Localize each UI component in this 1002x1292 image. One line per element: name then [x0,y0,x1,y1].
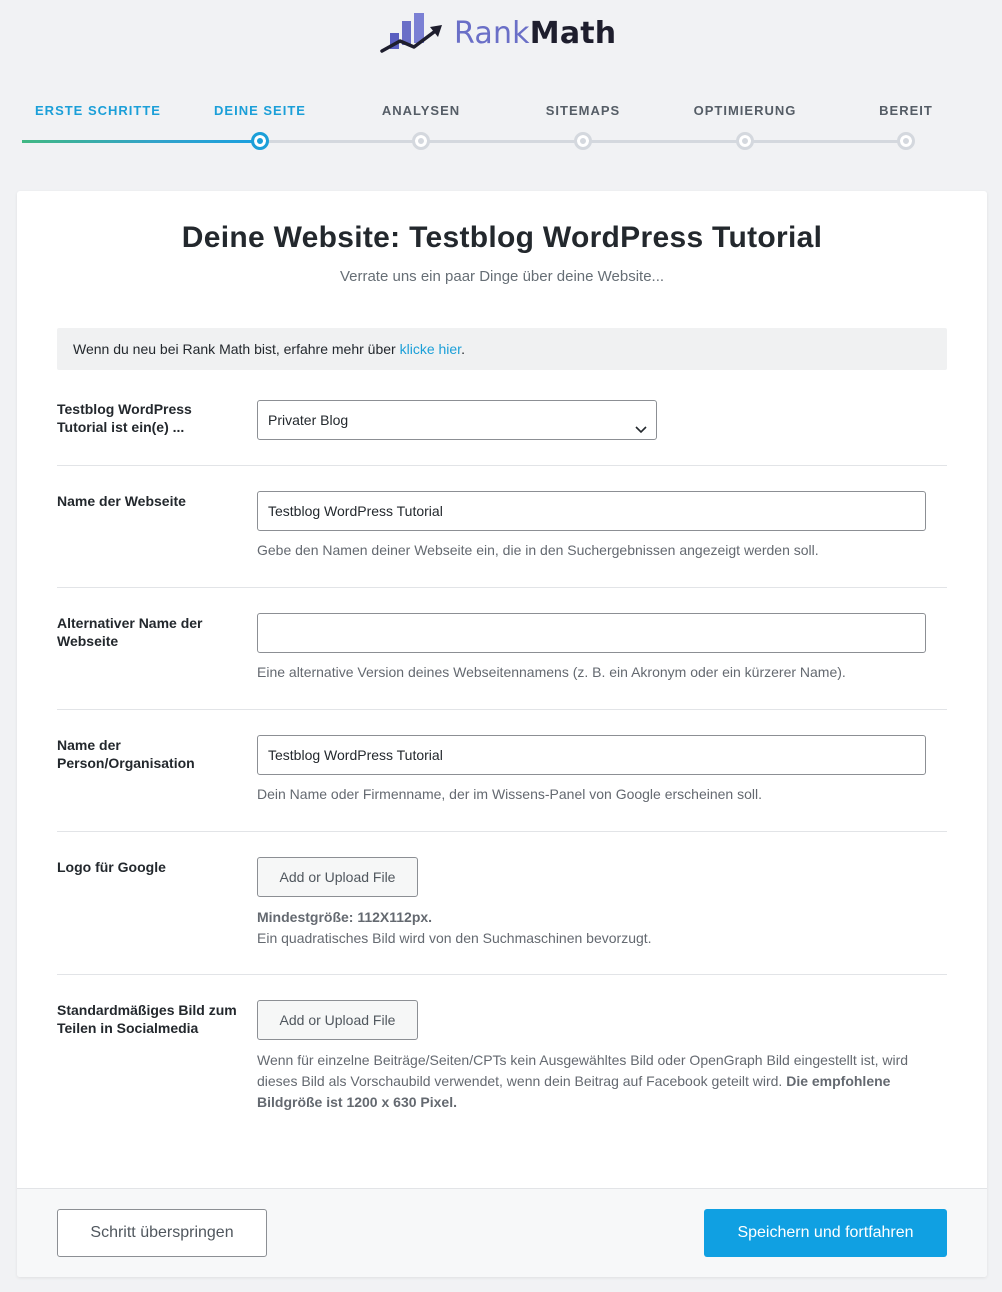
social-image-description: Wenn für einzelne Beiträge/Seiten/CPTs k… [257,1050,927,1113]
site-name-description: Gebe den Namen deiner Webseite ein, die … [257,542,819,558]
setup-wizard-stepper: ERSTE SCHRITTE DEINE SEITE ANALYSEN SITE… [0,100,1002,160]
step-label: BEREIT [879,103,933,118]
step-label: DEINE SEITE [214,103,306,118]
site-type-row: Testblog WordPress Tutorial ist ein(e) .… [57,382,947,466]
save-continue-button[interactable]: Speichern und fortfahren [704,1209,947,1257]
site-name-input[interactable]: Testblog WordPress Tutorial [257,491,926,531]
site-name-label: Name der Webseite [57,493,186,509]
alt-name-label: Alternativer Name der Webseite [57,615,203,649]
chevron-down-icon [634,412,648,450]
site-type-select[interactable]: Privater Blog [257,400,657,440]
step-dot [412,132,430,150]
stepper-progress [22,140,260,143]
logo-rank-text: Rank [454,15,530,51]
logo-math-text: Math [529,15,617,51]
notice-suffix: . [461,341,465,357]
step-label: ANALYSEN [381,103,461,118]
site-type-selected: Privater Blog [268,412,349,428]
wizard-card: Deine Website: Testblog WordPress Tutori… [17,191,987,1277]
logo-upload-button[interactable]: Add or Upload File [257,857,418,897]
step-deine-seite[interactable]: DEINE SEITE [180,100,340,150]
step-analysen[interactable]: ANALYSEN [341,100,501,150]
step-dot-active [251,132,269,150]
step-dot [897,132,915,150]
info-notice: Wenn du neu bei Rank Math bist, erfahre … [57,328,947,370]
social-image-label: Standardmäßiges Bild zum Teilen in Socia… [57,1002,237,1036]
skip-step-button[interactable]: Schritt überspringen [57,1209,267,1257]
site-type-label: Testblog WordPress Tutorial ist ein(e) .… [57,401,192,435]
step-sitemaps[interactable]: SITEMAPS [503,100,663,150]
logo-min-size: Mindestgröße: 112X112px. [257,909,433,925]
step-label: ERSTE SCHRITTE [35,103,161,118]
step-erste-schritte[interactable]: ERSTE SCHRITTE [18,100,178,122]
rank-math-logo-icon [380,13,442,53]
person-org-row: Name der Person/Organisation Testblog Wo… [57,710,947,832]
step-dot [736,132,754,150]
alt-name-description: Eine alternative Version deines Webseite… [257,664,846,680]
step-label: SITEMAPS [545,103,621,118]
alt-name-row: Alternativer Name der Webseite Eine alte… [57,588,947,710]
step-dot [574,132,592,150]
wizard-footer: Schritt überspringen Speichern und fortf… [17,1188,987,1277]
site-name-row: Name der Webseite Testblog WordPress Tut… [57,466,947,588]
person-org-description: Dein Name oder Firmenname, der im Wissen… [257,786,762,802]
step-bereit[interactable]: BEREIT [826,100,986,150]
social-image-row: Standardmäßiges Bild zum Teilen in Socia… [57,975,947,1145]
social-image-upload-button[interactable]: Add or Upload File [257,1000,418,1040]
logo-hint: Ein quadratisches Bild wird von den Such… [257,930,652,946]
page-title: Deine Website: Testblog WordPress Tutori… [181,221,823,254]
logo-description: Mindestgröße: 112X112px. Ein quadratisch… [257,907,652,949]
step-label: OPTIMIERUNG [693,103,797,118]
page-subtitle: Verrate uns ein paar Dinge über deine We… [339,268,665,285]
notice-text: Wenn du neu bei Rank Math bist, erfahre … [73,341,400,357]
person-org-input[interactable]: Testblog WordPress Tutorial [257,735,926,775]
rank-math-logo: RankMath [380,8,616,58]
person-org-label: Name der Person/Organisation [57,737,195,771]
step-optimierung[interactable]: OPTIMIERUNG [665,100,825,150]
learn-more-link[interactable]: klicke hier [400,341,461,357]
logo-row: Logo für Google Add or Upload File Minde… [57,832,947,975]
logo-label: Logo für Google [57,859,166,875]
alt-name-input[interactable] [257,613,926,653]
